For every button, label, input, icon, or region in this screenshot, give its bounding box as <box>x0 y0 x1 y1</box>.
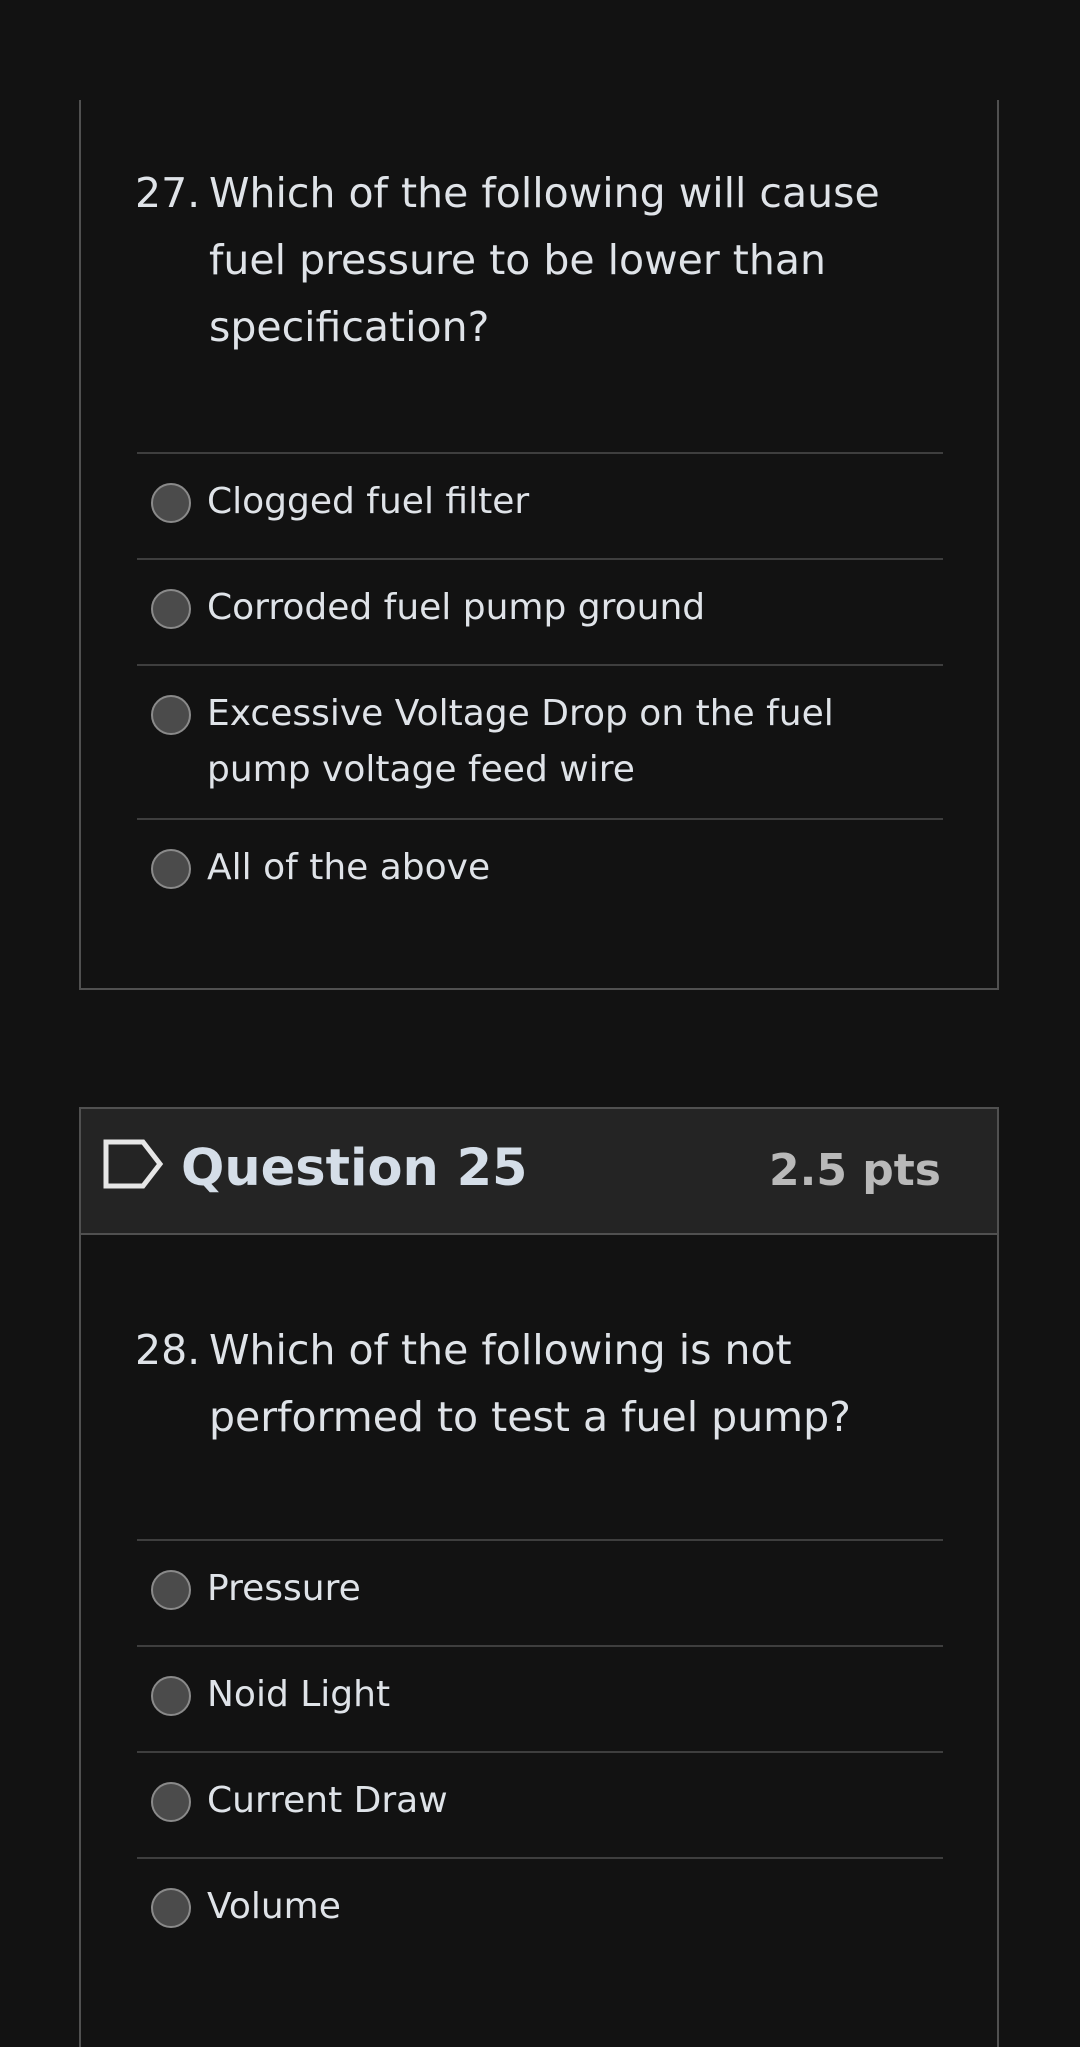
question-prompt: Which of the following is not performed … <box>209 1326 851 1441</box>
answer-option[interactable]: Current Draw <box>137 1753 943 1859</box>
question-header: Question 25 2.5 pts <box>81 1109 997 1235</box>
answer-label[interactable]: Volume <box>207 1886 341 1927</box>
answer-option[interactable]: Clogged fuel filter <box>137 454 943 560</box>
answer-option[interactable]: Excessive Voltage Drop on the fuel pump … <box>137 666 943 820</box>
radio-button[interactable] <box>151 483 191 523</box>
question-text: 27. Which of the following will cause fu… <box>135 160 935 361</box>
question-prompt: Which of the following will cause fuel p… <box>209 169 880 351</box>
answer-label[interactable]: Clogged fuel filter <box>207 481 529 522</box>
radio-button[interactable] <box>151 1570 191 1610</box>
answer-list: Pressure Noid Light Current Draw Volume <box>137 1539 943 1965</box>
answer-label[interactable]: Current Draw <box>207 1780 448 1821</box>
question-number: 28. <box>135 1326 201 1374</box>
flag-outline-icon[interactable] <box>103 1139 165 1189</box>
radio-button[interactable] <box>151 1782 191 1822</box>
answer-option[interactable]: Corroded fuel pump ground <box>137 560 943 666</box>
answer-label[interactable]: Corroded fuel pump ground <box>207 587 705 628</box>
answer-list: Clogged fuel filter Corroded fuel pump g… <box>137 452 943 926</box>
radio-button[interactable] <box>151 1888 191 1928</box>
question-points: 2.5 pts <box>769 1145 941 1196</box>
question-title: Question 25 <box>181 1139 528 1198</box>
question-number: 27. <box>135 169 201 217</box>
answer-label[interactable]: Pressure <box>207 1568 361 1609</box>
answer-option[interactable]: All of the above <box>137 820 943 926</box>
radio-button[interactable] <box>151 589 191 629</box>
radio-button[interactable] <box>151 1676 191 1716</box>
question-text: 28. Which of the following is not perfor… <box>135 1317 935 1451</box>
radio-button[interactable] <box>151 849 191 889</box>
answer-label[interactable]: All of the above <box>207 847 490 888</box>
answer-label[interactable]: Noid Light <box>207 1674 390 1715</box>
answer-option[interactable]: Pressure <box>137 1541 943 1647</box>
answer-option[interactable]: Volume <box>137 1859 943 1965</box>
question-card-27: 27. Which of the following will cause fu… <box>79 100 999 990</box>
question-card-25: Question 25 2.5 pts 28. Which of the fol… <box>79 1107 999 2047</box>
radio-button[interactable] <box>151 695 191 735</box>
answer-option[interactable]: Noid Light <box>137 1647 943 1753</box>
answer-label[interactable]: Excessive Voltage Drop on the fuel pump … <box>207 693 834 790</box>
